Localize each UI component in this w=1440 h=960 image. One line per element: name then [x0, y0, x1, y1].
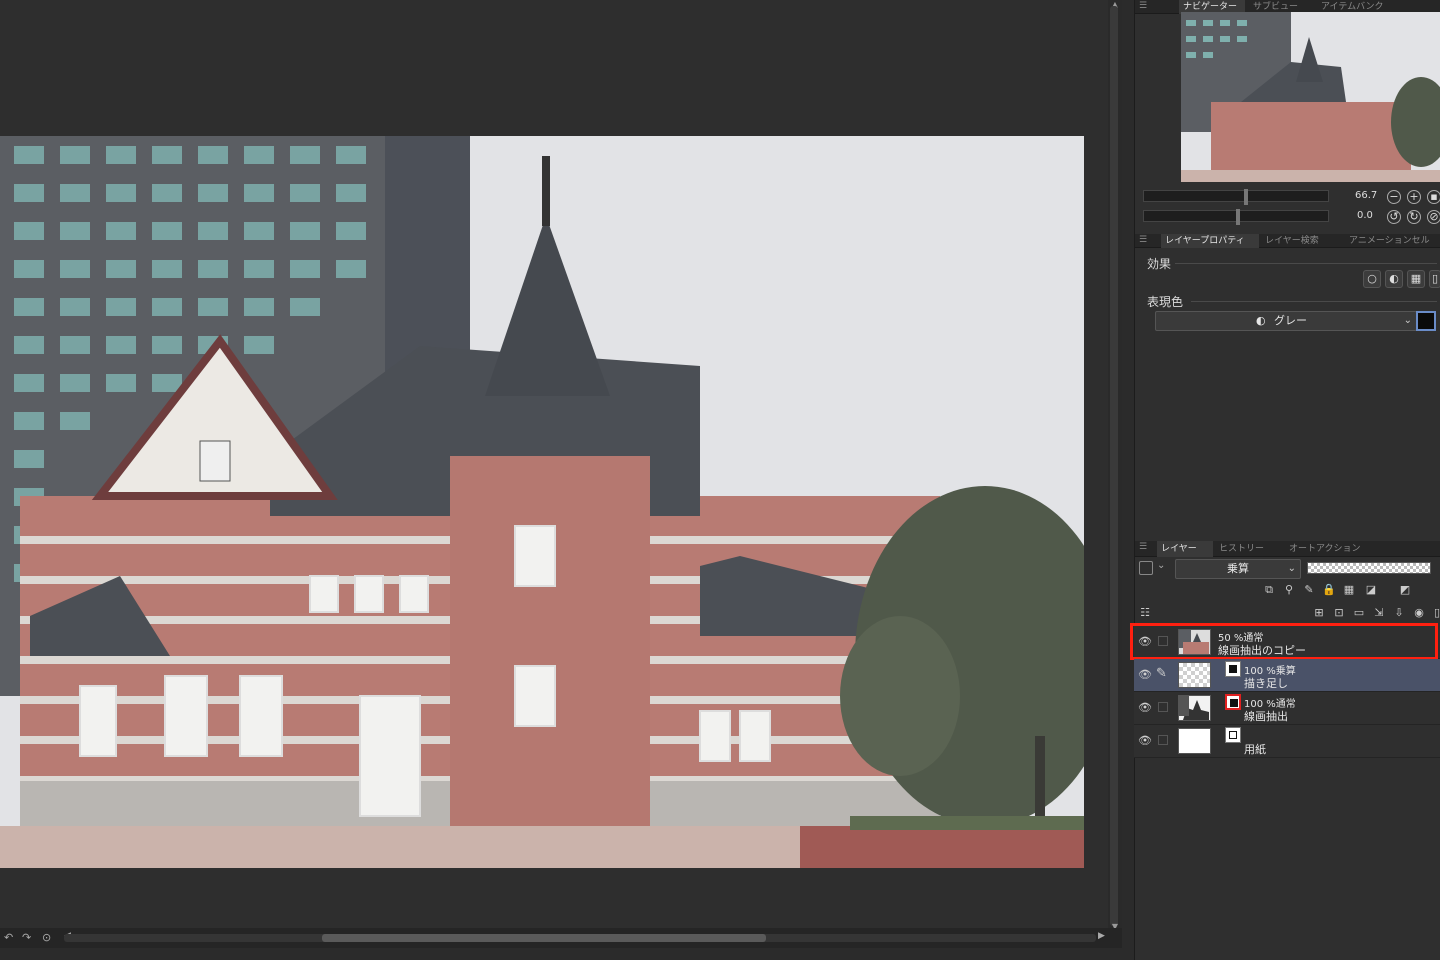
layer-name: 用紙	[1244, 743, 1266, 756]
zoom-in-icon[interactable]: +	[1407, 190, 1421, 204]
zoom-out-icon[interactable]: −	[1387, 190, 1401, 204]
chevron-down-icon: ⌄	[1287, 563, 1296, 574]
chevron-down-icon: ⌄	[1403, 315, 1412, 326]
layer-thumbnail	[1178, 728, 1211, 754]
vertical-scroll-thumb[interactable]	[1110, 6, 1118, 926]
layer-name: 描き足し	[1244, 677, 1288, 690]
layer-thumbnail	[1178, 662, 1211, 688]
draft-icon[interactable]: ✎	[1301, 582, 1317, 598]
tab-auto-action[interactable]: オートアクション	[1289, 541, 1385, 557]
color-divider	[1191, 301, 1437, 302]
navigator-thumbnail[interactable]	[1181, 12, 1440, 182]
layer-list-icon[interactable]: ☷	[1137, 605, 1153, 621]
color-label: 表現色	[1147, 295, 1184, 309]
rotate-left-icon[interactable]: ↶	[4, 931, 13, 944]
tab-layer-search[interactable]: レイヤー検索	[1265, 234, 1343, 248]
merge-icon[interactable]: ⇩	[1391, 605, 1407, 621]
navigator-preview	[1181, 12, 1440, 182]
blend-mode-select[interactable]: 乗算 ⌄	[1175, 559, 1301, 579]
paper-type-icon	[1225, 727, 1241, 743]
layer-row[interactable]: 👁 100 %通常 線画抽出	[1134, 692, 1440, 725]
ruler-icon[interactable]: ◩	[1397, 582, 1413, 598]
zoom-value: 66.7	[1355, 190, 1378, 201]
fit-icon[interactable]: ▪	[1427, 190, 1440, 204]
rotate-right-icon[interactable]: ↻	[1407, 210, 1421, 224]
highlight-box	[1130, 623, 1438, 660]
menu-icon[interactable]: ☰	[1139, 542, 1147, 552]
mask-create-icon[interactable]: ◉	[1411, 605, 1427, 621]
layers-tab-row: ☰ レイヤー ヒストリー オートアクション	[1135, 541, 1440, 557]
texture-effect-icon[interactable]: ▦	[1407, 270, 1425, 288]
layer-thumbnail	[1178, 695, 1211, 721]
menu-icon[interactable]: ☰	[1139, 235, 1147, 245]
delete-layer-icon[interactable]: ▯	[1429, 605, 1440, 621]
layer-type-icon	[1225, 694, 1241, 710]
opacity-slider[interactable]	[1307, 562, 1431, 574]
tone-effect-icon[interactable]: ◐	[1385, 270, 1403, 288]
new-vector-layer-icon[interactable]: ⊡	[1331, 605, 1347, 621]
tab-history[interactable]: ヒストリー	[1219, 541, 1285, 557]
properties-tab-row: ☰ レイヤープロパティ レイヤー検索 アニメーションセル	[1135, 234, 1440, 248]
layer-color-box[interactable]	[1139, 561, 1153, 575]
transfer-icon[interactable]: ⇲	[1371, 605, 1387, 621]
rotation-value: 0.0	[1357, 210, 1373, 221]
eye-icon[interactable]: 👁	[1138, 668, 1152, 681]
new-folder-icon[interactable]: ▭	[1351, 605, 1367, 621]
color-swatch[interactable]	[1416, 311, 1436, 331]
new-raster-layer-icon[interactable]: ⊞	[1311, 605, 1327, 621]
reset-rotation-icon[interactable]: ⊙	[42, 931, 51, 944]
lock-box[interactable]	[1158, 702, 1168, 712]
clip-icon[interactable]: ⧉	[1261, 582, 1277, 598]
rotate-left-icon[interactable]: ↺	[1387, 210, 1401, 224]
bottom-status-bar: ↶ ↷ ⊙ ◀ ▶	[0, 928, 1122, 948]
eye-icon[interactable]: 👁	[1138, 701, 1152, 714]
right-panels: ☰ ナビゲーター サブビュー アイテムバンク 66.7 − + ▪ 0.0 ↺ …	[1134, 0, 1440, 960]
tab-animation-cel[interactable]: アニメーションセル	[1349, 234, 1439, 248]
reset-icon[interactable]: ⊘	[1427, 210, 1440, 224]
layer-row[interactable]: 👁 ✎ 100 %乗算 描き足し	[1134, 659, 1440, 692]
horizontal-scroll-thumb[interactable]	[322, 934, 766, 942]
lock-box[interactable]	[1158, 735, 1168, 745]
lock-icon[interactable]: 🔒	[1321, 582, 1337, 598]
layer-type-icon	[1225, 661, 1241, 677]
tab-layer-property[interactable]: レイヤープロパティ	[1161, 234, 1259, 248]
border-effect-icon[interactable]: ○	[1363, 270, 1381, 288]
color-mode-value: グレー	[1274, 314, 1307, 327]
zoom-slider[interactable]	[1143, 189, 1329, 205]
blend-mode-value: 乗算	[1227, 562, 1249, 575]
more-effect-icon[interactable]: ▯	[1429, 270, 1440, 288]
mask-icon[interactable]: ◪	[1363, 582, 1379, 598]
pen-icon: ✎	[1156, 666, 1167, 681]
rotation-slider[interactable]	[1143, 209, 1329, 225]
tab-layer[interactable]: レイヤー	[1157, 541, 1213, 557]
chevron-down-icon[interactable]: ⌄	[1157, 560, 1165, 571]
color-mode-select[interactable]: ◐ グレー ⌄	[1155, 311, 1417, 331]
vertical-scrollbar[interactable]: ▲ ▼	[1108, 0, 1122, 944]
menu-icon[interactable]: ☰	[1139, 1, 1147, 11]
scroll-right-arrow[interactable]: ▶	[1098, 931, 1105, 941]
reference-icon[interactable]: ⚲	[1281, 582, 1297, 598]
lock-transparent-icon[interactable]: ▦	[1341, 582, 1357, 598]
canvas-workspace[interactable]	[0, 0, 1108, 944]
layer-row[interactable]: 👁 用紙	[1134, 725, 1440, 758]
gray-icon: ◐	[1256, 314, 1266, 327]
building-illustration	[0, 136, 1084, 868]
rotate-right-icon[interactable]: ↷	[22, 931, 31, 944]
effect-divider	[1175, 263, 1437, 264]
eye-icon[interactable]: 👁	[1138, 734, 1152, 747]
layer-name: 線画抽出	[1244, 710, 1288, 723]
effect-label: 効果	[1147, 257, 1172, 271]
canvas-image[interactable]	[0, 136, 1084, 868]
